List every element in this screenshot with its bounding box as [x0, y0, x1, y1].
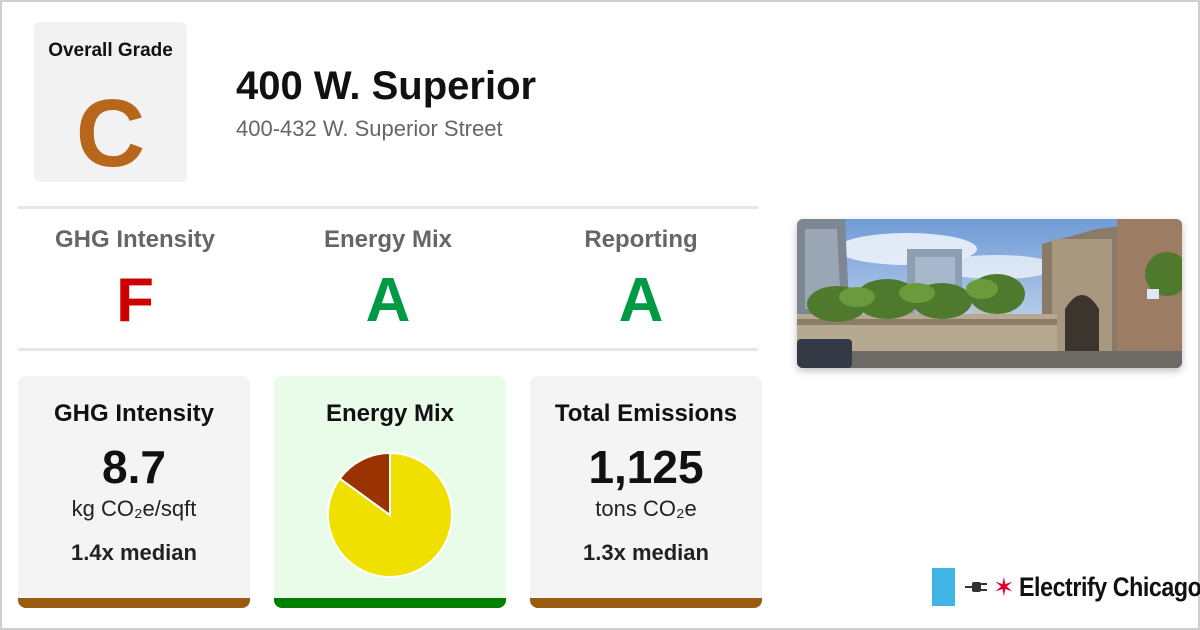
- card-ghg-intensity: GHG Intensity 8.7 kg CO₂e/sqft 1.4x medi…: [18, 376, 250, 608]
- divider-top: [18, 206, 758, 209]
- card-title: GHG Intensity: [53, 400, 215, 427]
- plug-icon: [965, 582, 987, 592]
- building-name: 400 W. Superior: [236, 64, 537, 108]
- grade-ghg-intensity: GHG Intensity F: [19, 226, 251, 332]
- pie-svg: [327, 451, 453, 578]
- energy-mix-pie-chart: [325, 450, 455, 580]
- brand-name: Electrify Chicago: [1018, 571, 1200, 602]
- grade-energy-mix: Energy Mix A: [272, 226, 504, 332]
- grade-reporting: Reporting A: [525, 226, 757, 332]
- building-photo: [797, 219, 1182, 368]
- overall-grade-box: Overall Grade C: [34, 22, 187, 182]
- divider-bottom: [18, 348, 758, 351]
- electrify-chicago-logo: ✶ Electrify Chicago: [932, 568, 1200, 606]
- overall-grade-label: Overall Grade: [48, 40, 173, 61]
- card-unit: tons CO₂e: [595, 496, 697, 521]
- card-value: 8.7: [102, 441, 166, 493]
- grade-label: GHG Intensity: [54, 226, 216, 253]
- grade-label: Energy Mix: [323, 226, 453, 253]
- card-status-bar: [18, 598, 250, 608]
- card-status-bar: [274, 598, 506, 608]
- card-median: 1.4x median: [71, 540, 197, 565]
- grade-letter: A: [365, 266, 411, 335]
- building-address: 400-432 W. Superior Street: [236, 116, 503, 141]
- card-title: Total Emissions: [554, 400, 738, 427]
- card-unit: kg CO₂e/sqft: [71, 496, 197, 521]
- card-value: 1,125: [588, 441, 704, 493]
- grade-letter: A: [618, 266, 664, 335]
- building-photo-image: [797, 219, 1182, 368]
- card-title: Energy Mix: [325, 400, 455, 427]
- card-median: 1.3x median: [583, 540, 709, 565]
- chicago-flag-bar-icon: [932, 568, 955, 606]
- card-energy-mix: Energy Mix: [274, 376, 506, 608]
- grade-letter: F: [116, 266, 154, 335]
- card-status-bar: [530, 598, 762, 608]
- red-star-icon: ✶: [993, 572, 1015, 602]
- card-total-emissions: Total Emissions 1,125 tons CO₂e 1.3x med…: [530, 376, 762, 608]
- grade-label: Reporting: [584, 226, 698, 253]
- overall-grade-letter: C: [75, 80, 146, 187]
